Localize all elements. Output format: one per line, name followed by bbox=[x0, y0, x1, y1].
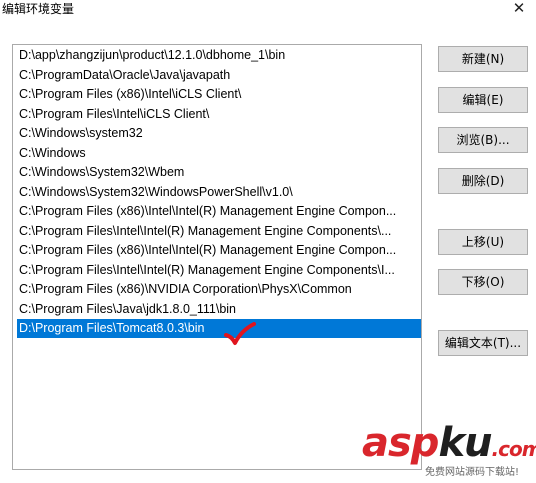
move-down-button[interactable]: 下移(O) bbox=[438, 269, 528, 295]
list-item[interactable]: C:\Windows\System32\Wbem bbox=[18, 163, 418, 182]
close-icon[interactable]: ✕ bbox=[510, 0, 528, 18]
path-list[interactable]: D:\app\zhangzijun\product\12.1.0\dbhome_… bbox=[12, 44, 422, 470]
browse-button[interactable]: 浏览(B)... bbox=[438, 127, 528, 153]
watermark-tagline: 免费网站源码下载站! bbox=[425, 467, 520, 478]
watermark-logo: aspku.com bbox=[362, 420, 536, 466]
list-item[interactable]: C:\Program Files (x86)\Intel\Intel(R) Ma… bbox=[18, 241, 418, 260]
list-item[interactable]: C:\Windows\system32 bbox=[18, 124, 418, 143]
list-item-selected[interactable]: D:\Program Files\Tomcat8.0.3\bin bbox=[17, 319, 421, 338]
list-item[interactable]: C:\Windows bbox=[18, 144, 418, 163]
delete-button[interactable]: 删除(D) bbox=[438, 168, 528, 194]
list-item[interactable]: C:\Program Files\Intel\iCLS Client\ bbox=[18, 105, 418, 124]
watermark-part: ku bbox=[438, 420, 492, 466]
list-item[interactable]: C:\Program Files\Intel\Intel(R) Manageme… bbox=[18, 261, 418, 280]
checkmark-icon bbox=[224, 322, 256, 345]
list-item[interactable]: C:\Program Files (x86)\NVIDIA Corporatio… bbox=[18, 280, 418, 299]
list-item[interactable]: C:\Program Files\Java\jdk1.8.0_111\bin bbox=[18, 300, 418, 319]
window-title: 编辑环境变量 bbox=[2, 2, 75, 16]
move-up-button[interactable]: 上移(U) bbox=[438, 229, 528, 255]
edit-text-button[interactable]: 编辑文本(T)... bbox=[438, 330, 528, 356]
watermark-part: .com bbox=[491, 437, 536, 461]
list-item[interactable]: C:\Program Files (x86)\Intel\Intel(R) Ma… bbox=[18, 202, 418, 221]
list-item[interactable]: C:\ProgramData\Oracle\Java\javapath bbox=[18, 66, 418, 85]
watermark-part: asp bbox=[362, 420, 439, 466]
list-item[interactable]: D:\app\zhangzijun\product\12.1.0\dbhome_… bbox=[18, 46, 418, 65]
list-item[interactable]: C:\Windows\System32\WindowsPowerShell\v1… bbox=[18, 183, 418, 202]
edit-button[interactable]: 编辑(E) bbox=[438, 87, 528, 113]
list-item[interactable]: C:\Program Files (x86)\Intel\iCLS Client… bbox=[18, 85, 418, 104]
new-button[interactable]: 新建(N) bbox=[438, 46, 528, 72]
list-item[interactable]: C:\Program Files\Intel\Intel(R) Manageme… bbox=[18, 222, 418, 241]
